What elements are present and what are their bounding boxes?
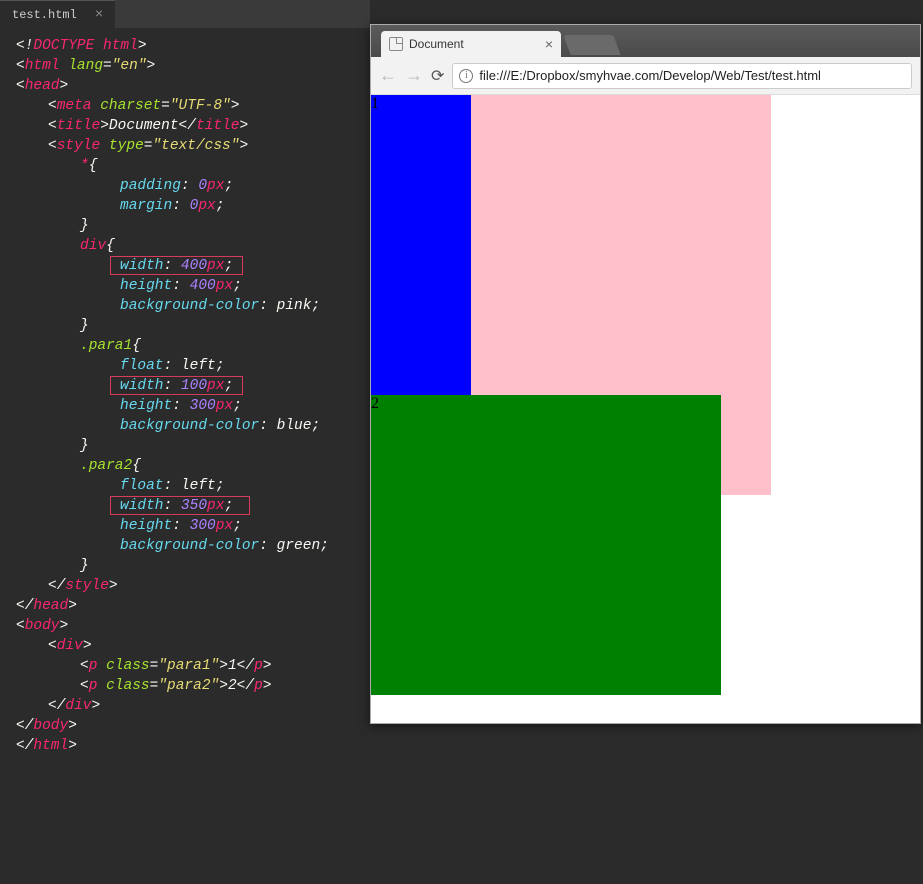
attr-lang: lang (68, 58, 103, 74)
unit: px (216, 398, 233, 414)
unit: px (207, 258, 224, 274)
browser-tab[interactable]: Document × (381, 31, 561, 57)
num: 300 (190, 398, 216, 414)
val-class: "para2" (158, 678, 219, 694)
url-text: file:///E:/Dropbox/smyhvae.com/Develop/W… (479, 68, 821, 83)
prop-height: height (120, 398, 172, 414)
sel-star: * (80, 158, 89, 174)
unit: px (216, 518, 233, 534)
prop-padding: padding (120, 178, 181, 194)
prop-margin: margin (120, 198, 172, 214)
doctype: DOCTYPE html (33, 38, 137, 54)
num: 350 (181, 498, 207, 514)
back-icon[interactable]: ← (379, 65, 397, 86)
val-pink: pink (277, 298, 312, 314)
prop-width: width (120, 378, 164, 394)
prop-bg: background-color (120, 298, 259, 314)
val-blue: blue (277, 418, 312, 434)
unit: px (216, 278, 233, 294)
prop-width: width (120, 258, 164, 274)
unit: px (198, 198, 215, 214)
browser-tab-bar: Document × (371, 25, 920, 57)
rendered-para2: 2 (371, 395, 721, 695)
p1-text: 1 (228, 658, 237, 674)
rendered-para1: 1 (371, 95, 471, 395)
val-left: left (181, 478, 216, 494)
prop-float: float (120, 478, 164, 494)
attr-class: class (106, 658, 150, 674)
p2-text: 2 (228, 678, 237, 694)
unit: px (207, 498, 224, 514)
prop-bg: background-color (120, 418, 259, 434)
browser-tab-title: Document (409, 37, 464, 51)
prop-float: float (120, 358, 164, 374)
val-left: left (181, 358, 216, 374)
info-icon[interactable]: i (459, 69, 473, 83)
code-area[interactable]: <!DOCTYPE html> <html lang="en"> <head> … (0, 28, 370, 884)
attr-type: type (109, 138, 144, 154)
close-icon[interactable]: × (545, 36, 553, 52)
code-editor: test.html × <!DOCTYPE html> <html lang="… (0, 0, 370, 764)
editor-tab[interactable]: test.html × (0, 0, 115, 28)
attr-charset: charset (100, 98, 161, 114)
num: 400 (181, 258, 207, 274)
editor-tab-bar: test.html × (0, 0, 370, 28)
unit: px (207, 378, 224, 394)
new-tab-button[interactable] (563, 35, 620, 55)
num: 300 (190, 518, 216, 534)
browser-viewport: 1 2 (371, 95, 920, 723)
unit: px (207, 178, 224, 194)
sel-para2: .para2 (80, 458, 132, 474)
title-text: Document (109, 118, 179, 134)
url-input[interactable]: i file:///E:/Dropbox/smyhvae.com/Develop… (452, 63, 912, 89)
prop-bg: background-color (120, 538, 259, 554)
prop-height: height (120, 278, 172, 294)
close-icon[interactable]: × (95, 8, 103, 22)
forward-icon[interactable]: → (405, 65, 423, 86)
browser-window: Document × ← → ⟳ i file:///E:/Dropbox/sm… (370, 24, 921, 724)
num: 100 (181, 378, 207, 394)
val-charset: "UTF-8" (170, 98, 231, 114)
sel-div: div (80, 238, 106, 254)
num: 0 (198, 178, 207, 194)
prop-height: height (120, 518, 172, 534)
reload-icon[interactable]: ⟳ (431, 66, 444, 86)
page-icon (389, 37, 403, 51)
val-type: "text/css" (152, 138, 239, 154)
editor-tab-label: test.html (12, 8, 77, 22)
val-lang: "en" (112, 58, 147, 74)
val-green: green (277, 538, 321, 554)
sel-para1: .para1 (80, 338, 132, 354)
prop-width: width (120, 498, 164, 514)
address-bar: ← → ⟳ i file:///E:/Dropbox/smyhvae.com/D… (371, 57, 920, 95)
val-class: "para1" (158, 658, 219, 674)
num: 400 (190, 278, 216, 294)
attr-class: class (106, 678, 150, 694)
